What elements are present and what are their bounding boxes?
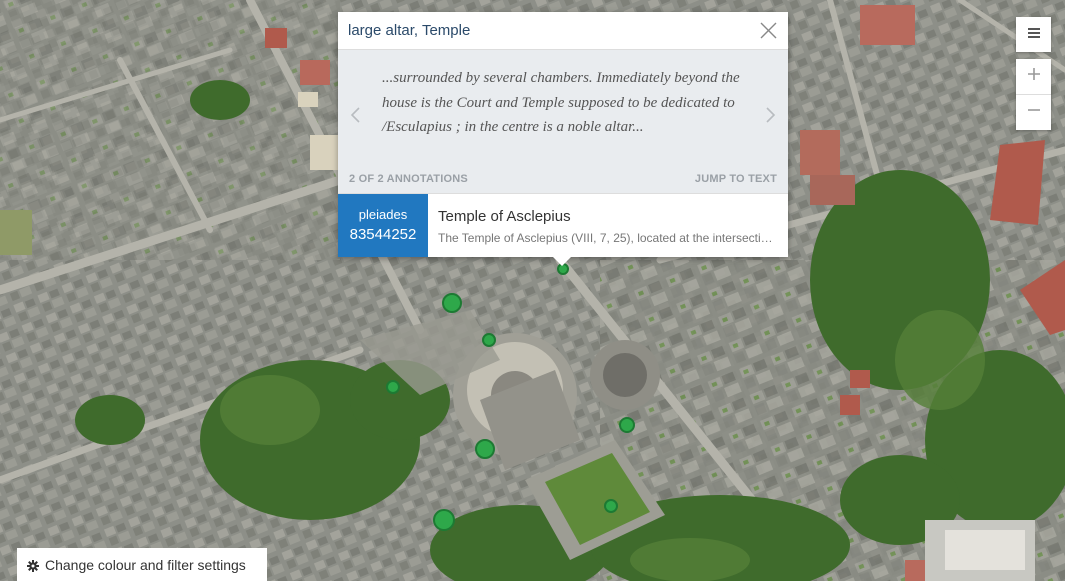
gear-icon [27,559,39,572]
zoom-control [1016,59,1051,130]
plus-icon [1027,67,1041,86]
annotation-marker[interactable] [482,333,496,347]
annotation-snippet-text: ...surrounded by several chambers. Immed… [382,70,740,135]
annotation-marker[interactable] [433,509,455,531]
place-title: Temple of Asclepius [438,208,571,225]
place-record[interactable]: pleiades 83544252 Temple of Asclepius Th… [338,193,788,257]
annotation-meta-row: 2 OF 2 ANNOTATIONS JUMP TO TEXT [338,173,788,187]
close-icon[interactable] [759,21,778,40]
minus-icon [1027,103,1041,122]
annotation-marker[interactable] [442,293,462,313]
annotation-counter: 2 OF 2 ANNOTATIONS [349,173,468,185]
gazetteer-name: pleiades [358,207,408,222]
annotation-marker[interactable] [604,499,618,513]
annotation-marker[interactable] [619,417,635,433]
annotation-marker[interactable] [386,380,400,394]
hamburger-menu-icon [1027,26,1041,44]
popup-pointer [553,257,571,266]
annotation-snippet-area: ...surrounded by several chambers. Immed… [338,50,788,193]
annotation-popup: large altar, Temple ...surrounded by sev… [338,12,788,266]
jump-to-text-link[interactable]: JUMP TO TEXT [695,173,777,185]
gazetteer-id: 83544252 [349,226,417,243]
zoom-in-button[interactable] [1016,59,1051,94]
chevron-right-icon[interactable] [760,105,780,125]
chevron-left-icon[interactable] [346,105,366,125]
layers-control [1016,17,1051,52]
zoom-out-button[interactable] [1016,94,1051,130]
place-description: The Temple of Asclepius (VIII, 7, 25), l… [438,231,778,245]
layers-button[interactable] [1016,17,1051,52]
popup-header: large altar, Temple [338,12,788,50]
colour-filter-settings-button[interactable]: Change colour and filter settings [17,548,267,581]
gazetteer-badge[interactable]: pleiades 83544252 [338,194,428,257]
popup-title: large altar, Temple [348,22,471,39]
settings-label: Change colour and filter settings [45,557,246,573]
annotation-marker[interactable] [475,439,495,459]
